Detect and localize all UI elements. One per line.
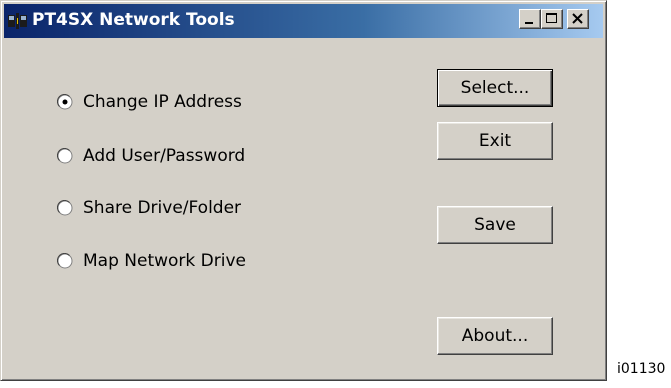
radio-map-network-drive[interactable]: Map Network Drive — [57, 249, 246, 273]
radio-label: Add User/Password — [83, 146, 246, 166]
radio-selected-icon[interactable] — [57, 94, 73, 110]
radio-label: Change IP Address — [83, 92, 242, 112]
radio-label: Share Drive/Folder — [83, 198, 242, 218]
maximize-button[interactable] — [541, 9, 563, 29]
maximize-icon — [546, 13, 557, 23]
close-button[interactable] — [567, 9, 589, 29]
select-button[interactable]: Select... — [437, 69, 553, 107]
figure-id: i01130 — [617, 361, 666, 377]
title-bar[interactable]: PT4SX Network Tools — [4, 4, 603, 38]
radio-label: Map Network Drive — [83, 251, 246, 271]
about-button[interactable]: About... — [437, 317, 553, 355]
radio-share-drive-folder[interactable]: Share Drive/Folder — [57, 196, 241, 220]
radio-change-ip-address[interactable]: Change IP Address — [57, 90, 242, 114]
save-button[interactable]: Save — [437, 206, 553, 244]
window-title: PT4SX Network Tools — [32, 10, 235, 30]
radio-unselected-icon[interactable] — [57, 253, 73, 269]
minimize-icon — [525, 22, 533, 24]
network-tools-icon — [8, 13, 27, 29]
close-icon — [572, 13, 583, 24]
radio-unselected-icon[interactable] — [57, 148, 73, 164]
minimize-button[interactable] — [519, 9, 541, 29]
exit-button[interactable]: Exit — [437, 122, 553, 160]
radio-unselected-icon[interactable] — [57, 200, 73, 216]
network-tools-window: PT4SX Network Tools Change IP Address Ad… — [0, 0, 607, 381]
radio-add-user-password[interactable]: Add User/Password — [57, 144, 245, 168]
